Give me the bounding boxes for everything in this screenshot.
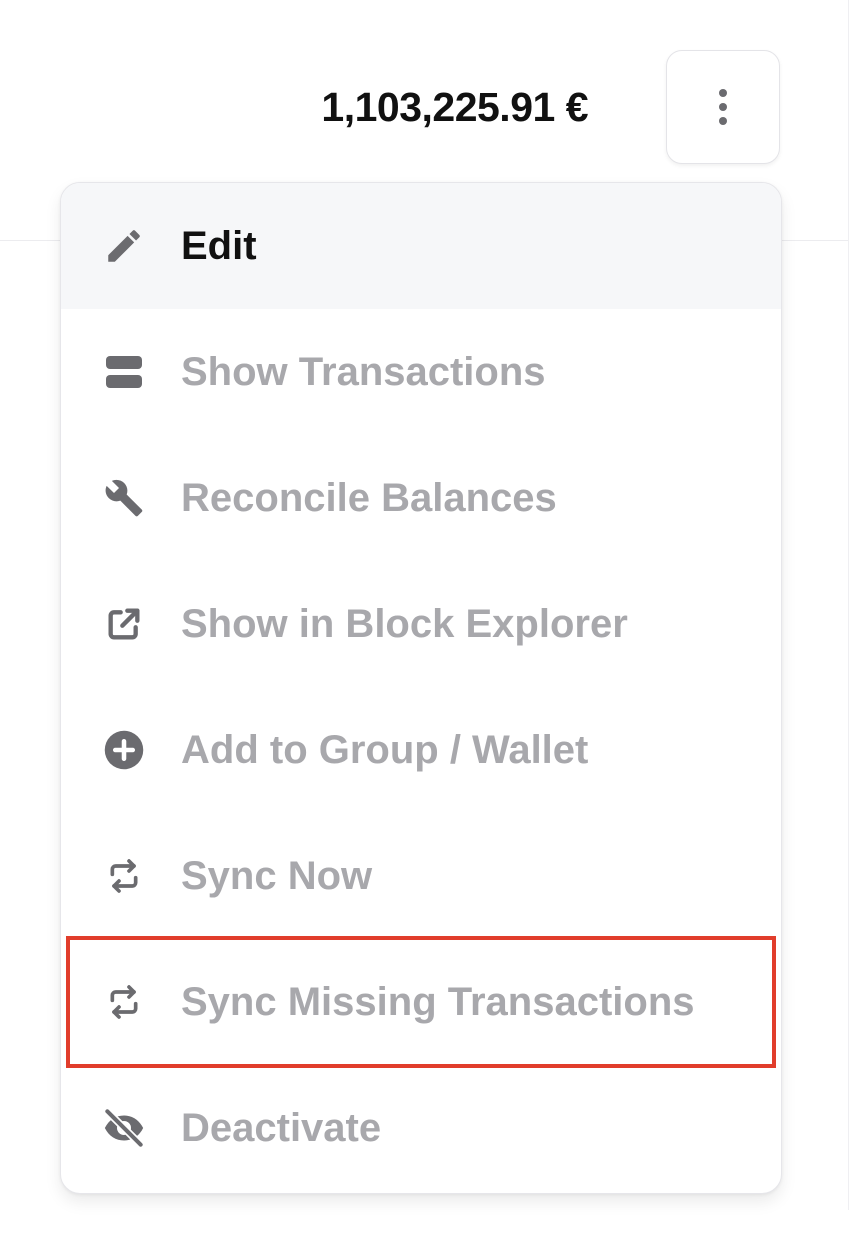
- menu-item-label: Sync Now: [181, 853, 373, 898]
- menu-item-show-transactions[interactable]: Show Transactions: [61, 309, 781, 435]
- highlight-annotation: [66, 936, 776, 1068]
- menu-item-label: Edit: [181, 223, 257, 268]
- menu-item-label: Show Transactions: [181, 349, 546, 394]
- external-link-icon: [101, 601, 147, 647]
- sync-icon: [101, 853, 147, 899]
- menu-item-deactivate[interactable]: Deactivate: [61, 1065, 781, 1191]
- server-stack-icon: [101, 349, 147, 395]
- eye-slash-icon: [101, 1105, 147, 1151]
- menu-item-edit[interactable]: Edit: [61, 183, 781, 309]
- menu-item-label: Deactivate: [181, 1105, 382, 1150]
- account-balance: 1,103,225.91 €: [321, 84, 588, 130]
- plus-circle-icon: [101, 727, 147, 773]
- menu-item-label: Show in Block Explorer: [181, 601, 628, 646]
- right-panel-divider: [848, 0, 849, 1210]
- menu-item-label: Reconcile Balances: [181, 475, 557, 520]
- menu-item-sync-now[interactable]: Sync Now: [61, 813, 781, 939]
- menu-item-show-in-block-explorer[interactable]: Show in Block Explorer: [61, 561, 781, 687]
- menu-item-label: Add to Group / Wallet: [181, 727, 589, 772]
- more-options-button[interactable]: [666, 50, 780, 164]
- pencil-icon: [101, 223, 147, 269]
- menu-item-reconcile-balances[interactable]: Reconcile Balances: [61, 435, 781, 561]
- wrench-icon: [101, 475, 147, 521]
- menu-item-add-to-group-wallet[interactable]: Add to Group / Wallet: [61, 687, 781, 813]
- account-row-page: 1,103,225.91 € Edit Show Transactions Re…: [0, 0, 864, 1260]
- vertical-dots-icon: [719, 89, 727, 125]
